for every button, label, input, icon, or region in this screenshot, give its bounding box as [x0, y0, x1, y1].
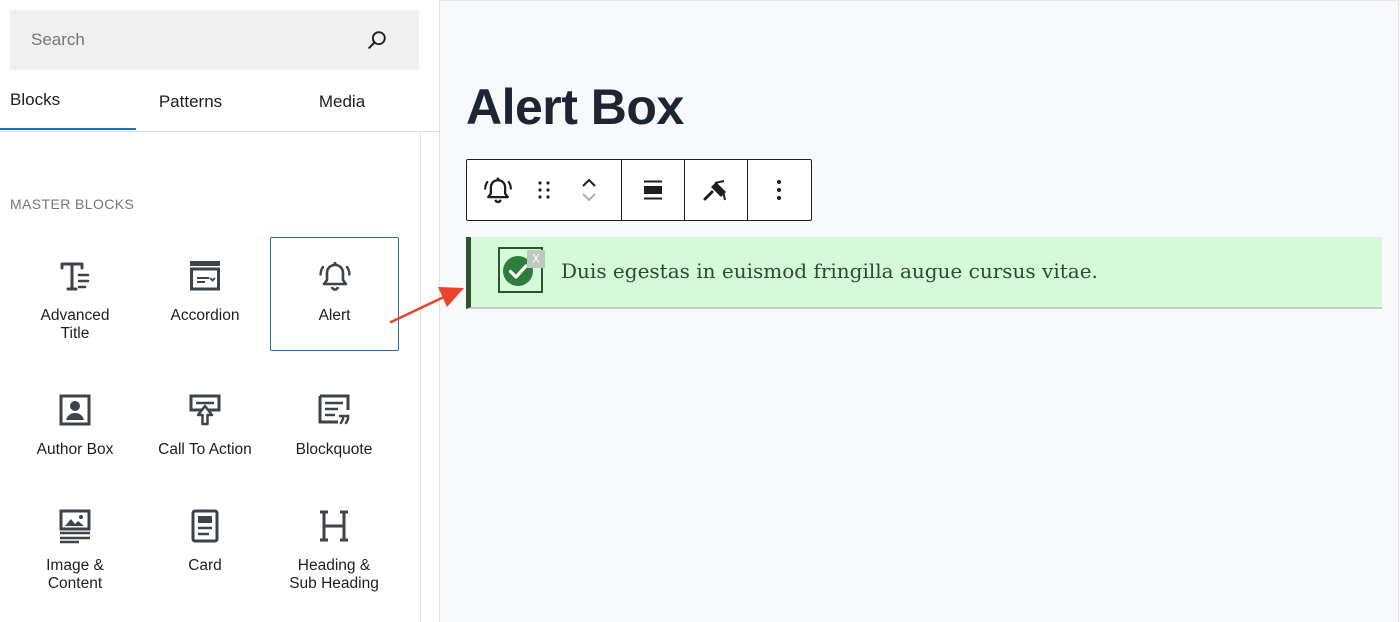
page-title[interactable]: Alert Box: [466, 78, 684, 136]
block-label: Author Box: [36, 441, 114, 458]
more-options-icon: [777, 180, 781, 200]
advanced-title-icon: [60, 262, 90, 291]
search-icon: [368, 31, 386, 49]
block-label: Accordion: [170, 307, 240, 324]
drag-handle-icon: [538, 181, 550, 199]
heading-icon: [320, 510, 348, 542]
tab-media[interactable]: Media: [290, 72, 394, 131]
block-type-button[interactable]: [467, 160, 529, 220]
block-label: Call To Action: [158, 441, 252, 458]
move-buttons[interactable]: [559, 160, 619, 220]
block-item-image-content[interactable]: Image & Content: [11, 488, 139, 602]
category-title: MASTER BLOCKS: [10, 196, 135, 212]
block-item-advanced-title[interactable]: Advanced Title: [11, 237, 139, 351]
tab-patterns[interactable]: Patterns: [136, 72, 245, 131]
scrollbar[interactable]: [421, 132, 439, 622]
bell-icon: [484, 177, 512, 204]
divider: [1398, 0, 1399, 622]
bell-icon: [318, 261, 351, 291]
block-label: Advanced Title: [40, 307, 110, 342]
accordion-icon: [190, 261, 220, 291]
blockquote-icon: [318, 394, 350, 425]
inserter-tabs: Blocks Patterns Media: [0, 72, 439, 132]
tab-blocks[interactable]: Blocks: [0, 72, 136, 130]
block-item-alert[interactable]: Alert: [270, 237, 399, 351]
block-inserter-sidebar: Blocks Patterns Media MASTER BLOCKS Adva…: [0, 0, 440, 622]
toolbar-group-align: [622, 160, 685, 220]
alert-text[interactable]: Duis egestas in euismod fringilla augue …: [561, 259, 1098, 283]
divider: [440, 0, 1398, 1]
block-label: Card: [188, 557, 222, 574]
block-item-heading[interactable]: Heading & Sub Heading: [270, 488, 398, 602]
block-toolbar: [466, 159, 812, 221]
block-item-call-to-action[interactable]: Call To Action: [141, 372, 269, 486]
block-item-blockquote[interactable]: Blockquote: [270, 372, 398, 486]
author-box-icon: [59, 394, 91, 426]
search-input[interactable]: [10, 10, 357, 70]
alert-close-button[interactable]: X: [527, 250, 545, 268]
align-icon: [644, 180, 662, 200]
block-item-card[interactable]: Card: [141, 488, 269, 602]
search-box: [10, 10, 419, 70]
search-button[interactable]: [357, 20, 397, 60]
drag-handle-button[interactable]: [529, 160, 559, 220]
block-label: Heading & Sub Heading: [289, 557, 379, 592]
image-content-icon: [59, 509, 91, 544]
alert-block[interactable]: X Duis egestas in euismod fringilla augu…: [466, 237, 1382, 309]
style-brush-icon: [703, 180, 726, 201]
chevron-up-icon[interactable]: [580, 176, 598, 190]
block-label: Alert: [318, 307, 351, 324]
block-label: Blockquote: [295, 441, 373, 458]
annotation-arrow-icon: [389, 287, 464, 324]
more-options-button[interactable]: [748, 160, 810, 220]
card-icon: [191, 509, 219, 543]
block-item-author-box[interactable]: Author Box: [11, 372, 139, 486]
style-button[interactable]: [685, 160, 747, 220]
block-list: MASTER BLOCKS Advanced Title Accordion A…: [0, 132, 421, 622]
toolbar-group-more: [748, 160, 810, 220]
chevron-down-icon[interactable]: [580, 190, 598, 204]
editor-canvas: Alert Box X Duis egestas in euismod frin…: [440, 0, 1400, 622]
align-button[interactable]: [622, 160, 684, 220]
block-item-accordion[interactable]: Accordion: [141, 237, 269, 351]
toolbar-group-style: [685, 160, 748, 220]
block-label: Image & Content: [46, 557, 104, 592]
call-to-action-icon: [189, 394, 221, 426]
toolbar-group-block: [467, 160, 622, 220]
